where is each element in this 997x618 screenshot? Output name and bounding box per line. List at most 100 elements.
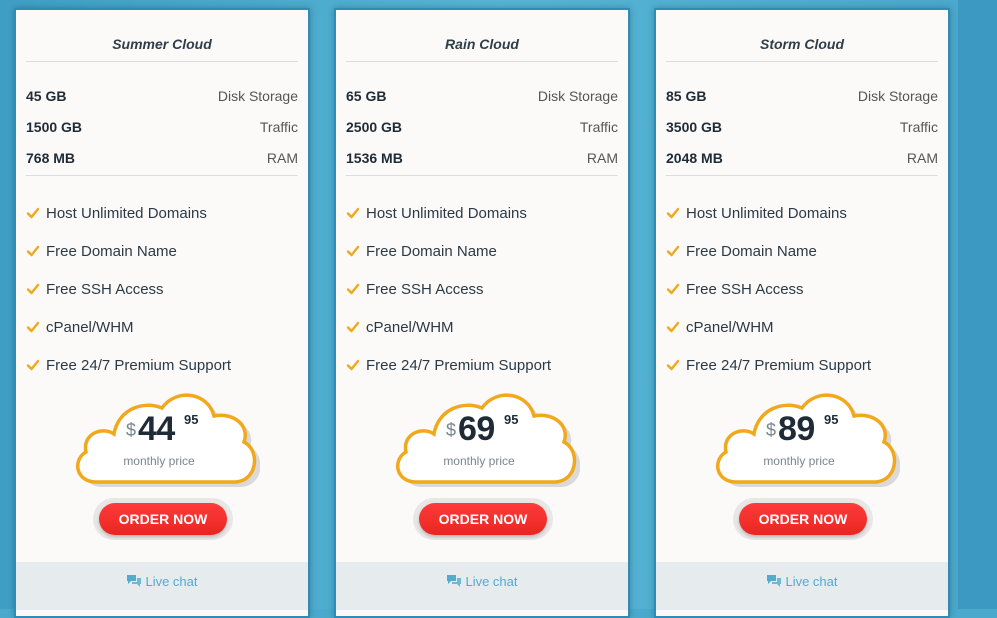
check-icon xyxy=(26,359,40,371)
price-period: monthly price xyxy=(123,454,195,468)
plan-card: Storm Cloud 85 GB Disk Storage 3500 GB T… xyxy=(654,8,950,618)
feature-label: cPanel/WHM xyxy=(686,319,774,336)
spec-value: 2500 GB xyxy=(346,119,403,135)
check-icon xyxy=(26,207,40,219)
spec-label: Disk Storage xyxy=(537,88,618,104)
check-icon xyxy=(666,207,680,219)
feature-label: Free Domain Name xyxy=(686,243,817,260)
spec-label: Traffic xyxy=(259,119,298,135)
check-icon xyxy=(346,359,360,371)
feature-item: Free Domain Name xyxy=(26,243,298,263)
check-icon xyxy=(26,245,40,257)
price-currency: $ xyxy=(766,420,777,440)
feature-label: Free 24/7 Premium Support xyxy=(686,357,872,374)
check-icon xyxy=(666,321,680,333)
plan-name: Storm Cloud xyxy=(760,36,844,52)
price-cents: 95 xyxy=(824,412,839,427)
spec-row: 2500 GB Traffic xyxy=(346,119,618,137)
price-cloud: $ 44 95 monthly price xyxy=(68,382,260,492)
price-currency: $ xyxy=(446,420,457,440)
feature-item: Free SSH Access xyxy=(346,281,618,301)
spec-row: 3500 GB Traffic xyxy=(666,119,938,137)
spec-label: RAM xyxy=(266,150,298,166)
spec-row: 65 GB Disk Storage xyxy=(346,88,618,106)
order-now-button[interactable]: ORDER NOW xyxy=(419,503,547,535)
spec-row: 768 MB RAM xyxy=(26,150,298,168)
spec-row: 1500 GB Traffic xyxy=(26,119,298,137)
order-button-frame: ORDER NOW xyxy=(93,498,233,540)
feature-item: Host Unlimited Domains xyxy=(666,205,938,225)
price-amount: 89 xyxy=(778,410,815,448)
feature-label: cPanel/WHM xyxy=(46,319,134,336)
chat-bubbles-icon xyxy=(447,575,462,587)
feature-label: Host Unlimited Domains xyxy=(366,205,527,222)
spec-value: 1536 MB xyxy=(346,150,403,166)
background-edge xyxy=(958,0,997,609)
feature-item: Free SSH Access xyxy=(666,281,938,301)
spec-value: 45 GB xyxy=(26,88,67,104)
spec-label: Traffic xyxy=(579,119,618,135)
price-cents: 95 xyxy=(504,412,519,427)
check-icon xyxy=(346,245,360,257)
check-icon xyxy=(26,321,40,333)
check-icon xyxy=(666,245,680,257)
spec-row: 85 GB Disk Storage xyxy=(666,88,938,106)
spec-value: 768 MB xyxy=(26,150,76,166)
plan-name: Rain Cloud xyxy=(445,36,519,52)
spec-label: RAM xyxy=(906,150,938,166)
chat-footer: Live chat xyxy=(16,562,308,610)
chat-footer: Live chat xyxy=(656,562,948,610)
order-button-frame: ORDER NOW xyxy=(413,498,553,540)
feature-item: Free 24/7 Premium Support xyxy=(346,357,618,377)
check-icon xyxy=(346,283,360,295)
check-icon xyxy=(346,207,360,219)
feature-item: Host Unlimited Domains xyxy=(346,205,618,225)
plan-name: Summer Cloud xyxy=(112,36,212,52)
live-chat-label: Live chat xyxy=(465,574,518,589)
chat-bubbles-icon xyxy=(767,575,782,587)
feature-item: Free 24/7 Premium Support xyxy=(26,357,298,377)
spec-label: Disk Storage xyxy=(217,88,298,104)
spec-value: 2048 MB xyxy=(666,150,723,166)
feature-label: Free SSH Access xyxy=(686,281,804,298)
feature-label: Host Unlimited Domains xyxy=(46,205,207,222)
feature-item: Free Domain Name xyxy=(666,243,938,263)
chat-bubbles-icon xyxy=(127,575,142,587)
feature-label: Host Unlimited Domains xyxy=(686,205,847,222)
live-chat-link[interactable]: Live chat xyxy=(16,574,308,589)
check-icon xyxy=(666,283,680,295)
price-period: monthly price xyxy=(763,454,835,468)
live-chat-link[interactable]: Live chat xyxy=(336,574,628,589)
check-icon xyxy=(26,283,40,295)
spec-label: RAM xyxy=(586,150,618,166)
spec-label: Disk Storage xyxy=(857,88,938,104)
divider xyxy=(26,175,298,176)
feature-item: cPanel/WHM xyxy=(666,319,938,339)
feature-label: Free Domain Name xyxy=(366,243,497,260)
order-now-button[interactable]: ORDER NOW xyxy=(739,503,867,535)
check-icon xyxy=(666,359,680,371)
divider xyxy=(346,175,618,176)
feature-item: Free Domain Name xyxy=(346,243,618,263)
order-button-frame: ORDER NOW xyxy=(733,498,873,540)
price-amount: 69 xyxy=(458,410,495,448)
price-amount: 44 xyxy=(138,410,175,448)
spec-value: 1500 GB xyxy=(26,119,83,135)
feature-label: Free SSH Access xyxy=(366,281,484,298)
spec-value: 85 GB xyxy=(666,88,707,104)
price-period: monthly price xyxy=(443,454,515,468)
feature-item: Host Unlimited Domains xyxy=(26,205,298,225)
spec-value: 65 GB xyxy=(346,88,387,104)
divider xyxy=(666,61,938,62)
divider xyxy=(666,175,938,176)
live-chat-link[interactable]: Live chat xyxy=(656,574,948,589)
spec-row: 2048 MB RAM xyxy=(666,150,938,168)
order-now-button[interactable]: ORDER NOW xyxy=(99,503,227,535)
feature-label: Free Domain Name xyxy=(46,243,177,260)
plan-card: Summer Cloud 45 GB Disk Storage 1500 GB … xyxy=(14,8,310,618)
live-chat-label: Live chat xyxy=(145,574,198,589)
divider xyxy=(26,61,298,62)
spec-row: 1536 MB RAM xyxy=(346,150,618,168)
chat-footer: Live chat xyxy=(336,562,628,610)
feature-item: Free SSH Access xyxy=(26,281,298,301)
